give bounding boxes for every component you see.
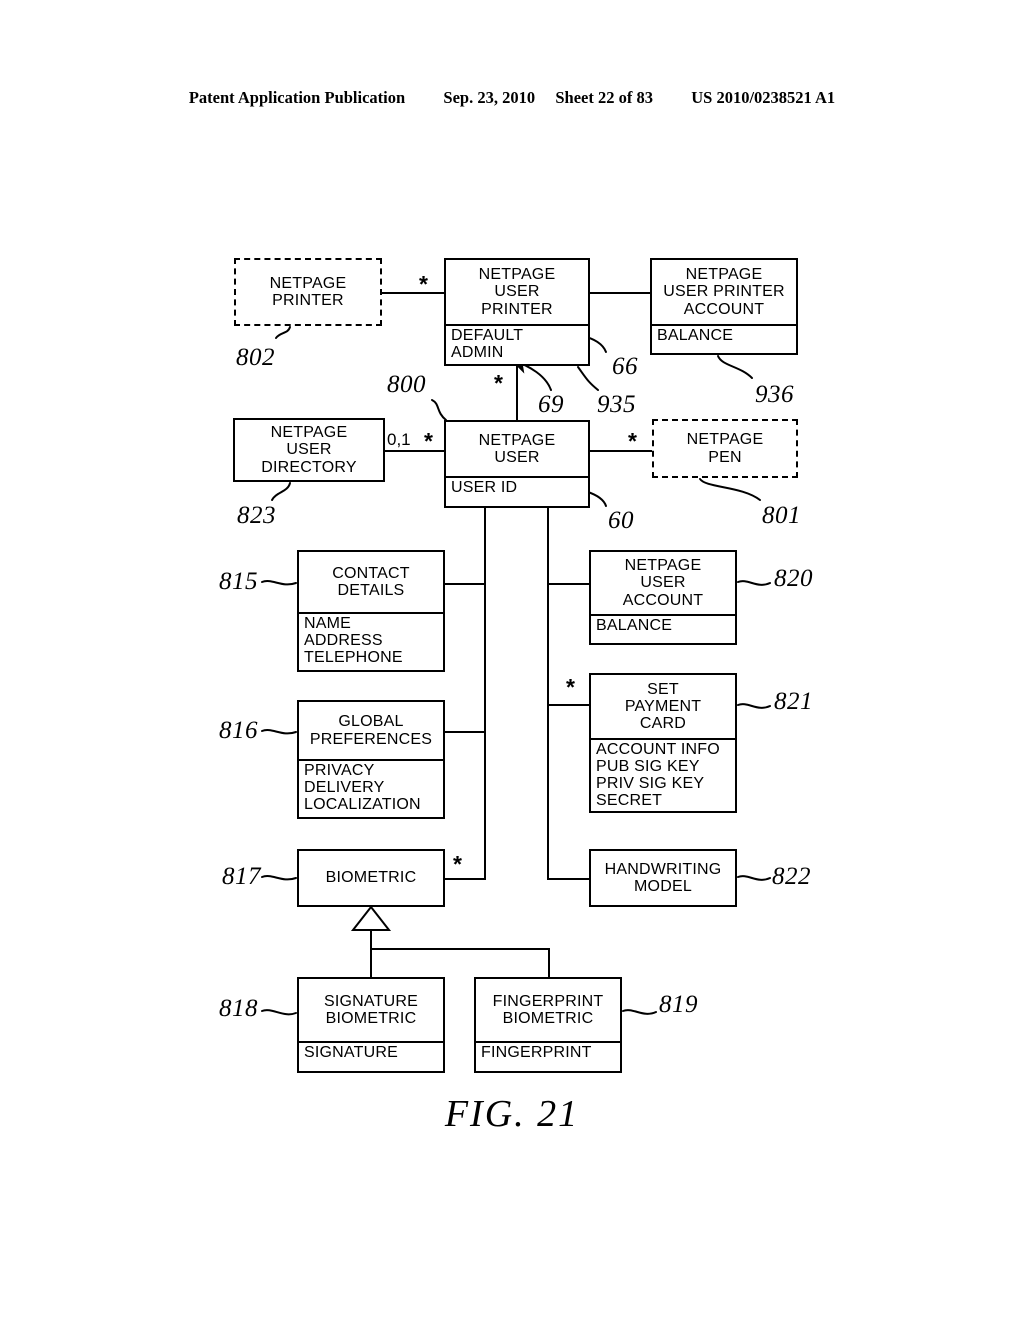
ref-label-set-payment-card: 821: [774, 688, 813, 715]
class-box-netpage-pen[interactable]: NETPAGE PEN: [652, 419, 798, 478]
class-box-netpage-printer[interactable]: NETPAGE PRINTER: [234, 258, 382, 326]
class-name-fingerprint-biometric: FINGERPRINT BIOMETRIC: [492, 992, 604, 1027]
leader-800: [431, 399, 447, 421]
leader-819: [622, 1009, 657, 1015]
ref-label-netpage-user-printer: 935: [597, 391, 636, 418]
callout-user-id-attr: 60: [608, 507, 634, 534]
class-box-netpage-user[interactable]: NETPAGE USER USER ID: [444, 420, 590, 508]
ref-label-contact-details: 815: [219, 568, 258, 595]
multiplicity-user-to-directory: *: [424, 428, 433, 454]
class-attrs-global-preferences: PRIVACY DELIVERY LOCALIZATION: [299, 759, 443, 821]
class-box-handwriting-model[interactable]: HANDWRITING MODEL: [589, 849, 737, 907]
class-name-netpage-pen: NETPAGE PEN: [686, 431, 764, 466]
link-printer-to-user-printer: [380, 292, 446, 294]
class-attrs-netpage-user-account: BALANCE: [591, 614, 735, 647]
class-name-netpage-user-printer-account: NETPAGE USER PRINTER ACCOUNT: [663, 266, 785, 318]
class-box-fingerprint-biometric[interactable]: FINGERPRINT BIOMETRIC FINGERPRINT: [474, 977, 622, 1073]
figure-caption: FIG. 21: [444, 1093, 580, 1135]
leader-823: [271, 482, 291, 501]
class-attrs-contact-details: NAME ADDRESS TELEPHONE: [299, 612, 443, 674]
trunk-right: [547, 508, 549, 880]
ref-label-signature-biometric: 818: [219, 995, 258, 1022]
ref-label-netpage-pen: 801: [762, 502, 801, 529]
callout-admin-attr: 69: [538, 391, 564, 418]
class-box-netpage-user-printer-account[interactable]: NETPAGE USER PRINTER ACCOUNT BALANCE: [650, 258, 798, 355]
multiplicity-directory-to-user: 0,1: [387, 430, 411, 449]
generalization-triangle-icon: [350, 905, 392, 931]
class-name-netpage-user-account: NETPAGE USER ACCOUNT: [622, 557, 704, 609]
class-attrs-netpage-user-printer-account: BALANCE: [652, 324, 796, 357]
branch-handwriting-model: [547, 878, 591, 880]
ref-label-global-preferences: 816: [219, 717, 258, 744]
class-name-netpage-user-directory: NETPAGE USER DIRECTORY: [261, 424, 357, 476]
leader-936: [717, 355, 753, 379]
branch-biometric: [444, 878, 486, 880]
class-name-biometric: BIOMETRIC: [325, 869, 417, 887]
leader-802: [275, 326, 291, 339]
class-attrs-netpage-user-printer: DEFAULT ADMIN: [446, 324, 588, 368]
class-name-signature-biometric: SIGNATURE BIOMETRIC: [324, 992, 418, 1027]
multiplicity-biometric-to-user: *: [453, 851, 462, 877]
leader-816: [261, 729, 297, 735]
trunk-left: [484, 508, 486, 880]
class-box-contact-details[interactable]: CONTACT DETAILS NAME ADDRESS TELEPHONE: [297, 550, 445, 672]
leader-817: [261, 875, 297, 881]
multiplicity-user-to-pen: *: [628, 428, 637, 454]
branch-contact-details: [444, 583, 486, 585]
multiplicity-user-printer-to-user: *: [494, 370, 503, 396]
link-user-printer-to-account: [588, 292, 652, 294]
callout-default-attr: 66: [612, 353, 638, 380]
class-attrs-signature-biometric: SIGNATURE: [299, 1041, 443, 1075]
link-user-printer-to-user: [516, 366, 518, 420]
class-name-netpage-user: NETPAGE USER: [478, 431, 556, 466]
class-attrs-netpage-user: USER ID: [446, 476, 588, 510]
leader-815: [261, 580, 297, 586]
branch-payment-card: [547, 704, 591, 706]
multiplicity-user-to-payment-card: *: [566, 674, 575, 700]
multiplicity-printer-to-user-printer: *: [419, 271, 428, 297]
leader-818: [261, 1009, 297, 1016]
ref-label-netpage-user-printer-account: 936: [755, 381, 794, 408]
generalization-stem: [370, 928, 372, 950]
class-box-signature-biometric[interactable]: SIGNATURE BIOMETRIC SIGNATURE: [297, 977, 445, 1073]
class-box-netpage-user-printer[interactable]: NETPAGE USER PRINTER DEFAULT ADMIN: [444, 258, 590, 366]
ref-label-netpage-printer: 802: [236, 344, 275, 371]
class-box-netpage-user-directory[interactable]: NETPAGE USER DIRECTORY: [233, 418, 385, 482]
class-box-biometric[interactable]: BIOMETRIC: [297, 849, 445, 907]
class-attrs-set-payment-card: ACCOUNT INFO PUB SIG KEY PRIV SIG KEY SE…: [591, 738, 735, 815]
class-attrs-fingerprint-biometric: FINGERPRINT: [476, 1041, 620, 1075]
link-directory-to-user: [383, 450, 446, 452]
ref-label-netpage-user-directory: 823: [237, 502, 276, 529]
drop-fingerprint-biometric: [548, 948, 550, 978]
branch-global-preferences: [444, 731, 486, 733]
drop-signature-biometric: [370, 948, 372, 978]
ref-label-netpage-user-account: 820: [774, 565, 813, 592]
leader-821: [737, 703, 771, 709]
class-box-set-payment-card[interactable]: SET PAYMENT CARD ACCOUNT INFO PUB SIG KE…: [589, 673, 737, 813]
class-name-contact-details: CONTACT DETAILS: [332, 564, 410, 599]
class-box-global-preferences[interactable]: GLOBAL PREFERENCES PRIVACY DELIVERY LOCA…: [297, 700, 445, 819]
leader-801: [699, 478, 761, 501]
class-box-netpage-user-account[interactable]: NETPAGE USER ACCOUNT BALANCE: [589, 550, 737, 645]
branch-user-account: [547, 583, 591, 585]
leader-935: [577, 366, 599, 391]
class-name-set-payment-card: SET PAYMENT CARD: [624, 680, 702, 733]
class-name-global-preferences: GLOBAL PREFERENCES: [309, 713, 433, 748]
class-name-netpage-user-printer: NETPAGE USER PRINTER: [478, 266, 556, 318]
class-name-handwriting-model: HANDWRITING MODEL: [604, 860, 722, 895]
leader-822: [737, 875, 771, 881]
class-name-netpage-printer: NETPAGE PRINTER: [269, 274, 347, 309]
ref-label-fingerprint-biometric: 819: [659, 991, 698, 1018]
link-user-to-pen: [588, 450, 654, 452]
ref-label-handwriting-model: 822: [772, 863, 811, 890]
ref-label-biometric: 817: [222, 863, 261, 890]
leader-820: [737, 580, 771, 586]
generalization-bus: [370, 948, 550, 950]
ref-label-netpage-user: 800: [387, 371, 426, 398]
